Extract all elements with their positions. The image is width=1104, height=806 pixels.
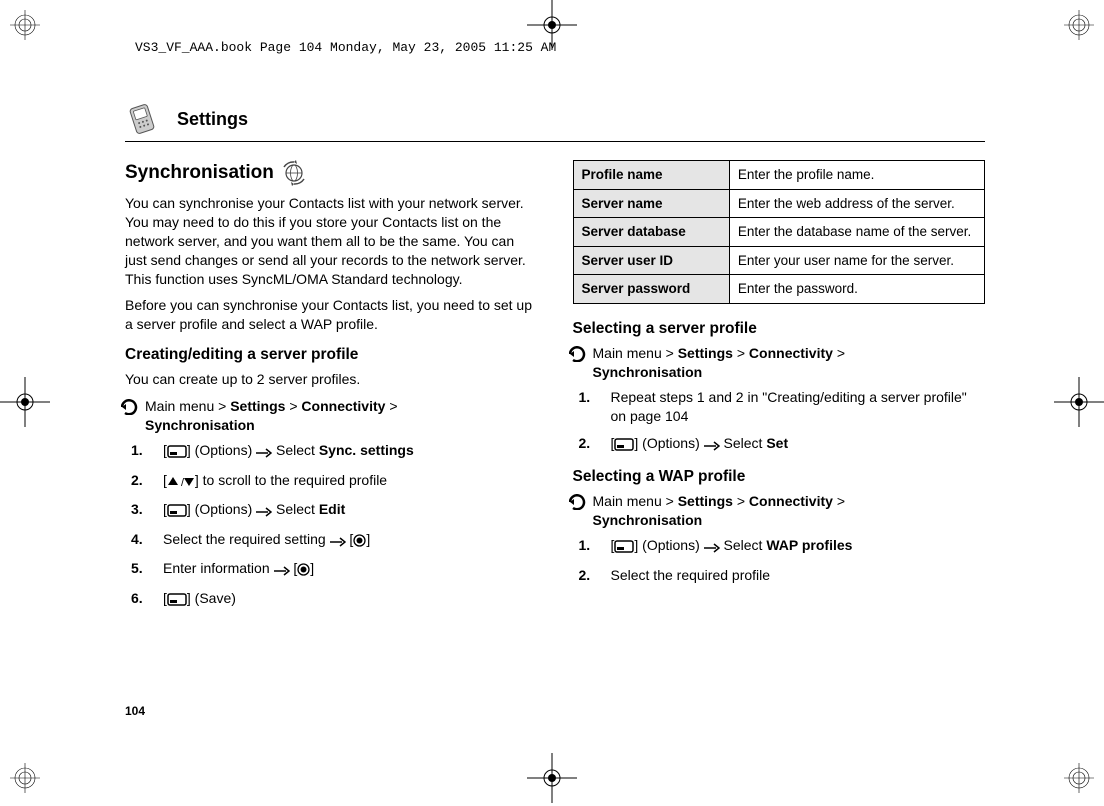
step-item: Repeat steps 1 and 2 in "Creating/editin… (579, 388, 986, 427)
steps-list-selecting-wap: [] (Options) Select WAP profiles Select … (579, 536, 986, 585)
table-row: Server passwordEnter the password. (573, 275, 985, 304)
registration-mark-icon (10, 10, 40, 40)
table-value: Enter your user name for the server. (729, 246, 984, 275)
center-key-icon (353, 533, 366, 553)
selecting-server-heading: Selecting a server profile (573, 320, 986, 338)
crop-mark-icon (0, 377, 50, 427)
table-label: Server name (573, 189, 729, 218)
step-item: Select the required setting [] (131, 530, 538, 553)
print-header-text: VS3_VF_AAA.book Page 104 Monday, May 23,… (135, 40, 556, 55)
center-key-icon (297, 562, 310, 582)
arrow-right-icon (256, 444, 272, 464)
section-title: Settings (177, 109, 248, 130)
synchronisation-title-text: Synchronisation (125, 162, 274, 184)
table-row: Server databaseEnter the database name o… (573, 218, 985, 247)
steps-list-creating: [] (Options) Select Sync. settings [/] t… (131, 441, 538, 612)
arrow-right-icon (274, 562, 290, 582)
nav-arrow-icon (569, 346, 587, 365)
phone-device-icon (125, 100, 167, 139)
table-label: Server database (573, 218, 729, 247)
softkey-icon (167, 444, 187, 464)
selecting-wap-heading: Selecting a WAP profile (573, 468, 986, 486)
sync-globe-icon (280, 160, 308, 186)
step-item: [] (Options) Select Sync. settings (131, 441, 538, 464)
page-content: Settings Synchronisation (125, 100, 985, 618)
table-value: Enter the profile name. (729, 161, 984, 190)
profile-count-note: You can create up to 2 server profiles. (125, 370, 538, 389)
server-settings-table: Profile nameEnter the profile name. Serv… (573, 160, 986, 304)
table-label: Server password (573, 275, 729, 304)
right-column: Profile nameEnter the profile name. Serv… (573, 160, 986, 618)
arrow-right-icon (704, 539, 720, 559)
arrow-right-icon (256, 503, 272, 523)
table-row: Server nameEnter the web address of the … (573, 189, 985, 218)
left-column: Synchronisation You can synchronise your… (125, 160, 538, 618)
section-header: Settings (125, 100, 985, 142)
table-row: Profile nameEnter the profile name. (573, 161, 985, 190)
crop-mark-icon (527, 753, 577, 803)
registration-mark-icon (1064, 10, 1094, 40)
intro-paragraph-1: You can synchronise your Contacts list w… (125, 194, 538, 288)
softkey-icon (614, 437, 634, 457)
menu-path-text: Main menu > Settings > Connectivity > Sy… (145, 397, 398, 435)
synchronisation-heading: Synchronisation (125, 160, 308, 186)
step-item: Enter information [] (131, 559, 538, 582)
menu-path-text: Main menu > Settings > Connectivity > Sy… (593, 492, 846, 530)
table-label: Server user ID (573, 246, 729, 275)
softkey-icon (167, 592, 187, 612)
softkey-icon (167, 503, 187, 523)
intro-paragraph-2: Before you can synchronise your Contacts… (125, 296, 538, 334)
step-item: [] (Options) Select Edit (131, 500, 538, 523)
nav-arrow-icon (121, 399, 139, 418)
table-label: Profile name (573, 161, 729, 190)
crop-mark-icon (1054, 377, 1104, 427)
registration-mark-icon (1064, 763, 1094, 793)
table-row: Server user IDEnter your user name for t… (573, 246, 985, 275)
step-item: Select the required profile (579, 566, 986, 586)
nav-arrow-icon (569, 494, 587, 513)
page-number: 104 (125, 704, 145, 718)
step-item: [] (Save) (131, 589, 538, 612)
arrow-right-icon (704, 437, 720, 457)
step-item: [] (Options) Select WAP profiles (579, 536, 986, 559)
step-item: [] (Options) Select Set (579, 434, 986, 457)
table-value: Enter the password. (729, 275, 984, 304)
menu-path: Main menu > Settings > Connectivity > Sy… (569, 492, 986, 530)
creating-editing-heading: Creating/editing a server profile (125, 346, 538, 364)
step-item: [/] to scroll to the required profile (131, 471, 538, 494)
registration-mark-icon (10, 763, 40, 793)
svg-text:/: / (181, 477, 185, 488)
menu-path: Main menu > Settings > Connectivity > Sy… (121, 397, 538, 435)
menu-path: Main menu > Settings > Connectivity > Sy… (569, 344, 986, 382)
table-value: Enter the web address of the server. (729, 189, 984, 218)
arrow-right-icon (330, 533, 346, 553)
softkey-icon (614, 539, 634, 559)
menu-path-text: Main menu > Settings > Connectivity > Sy… (593, 344, 846, 382)
up-down-icon: / (167, 474, 195, 494)
table-value: Enter the database name of the server. (729, 218, 984, 247)
steps-list-selecting-server: Repeat steps 1 and 2 in "Creating/editin… (579, 388, 986, 457)
